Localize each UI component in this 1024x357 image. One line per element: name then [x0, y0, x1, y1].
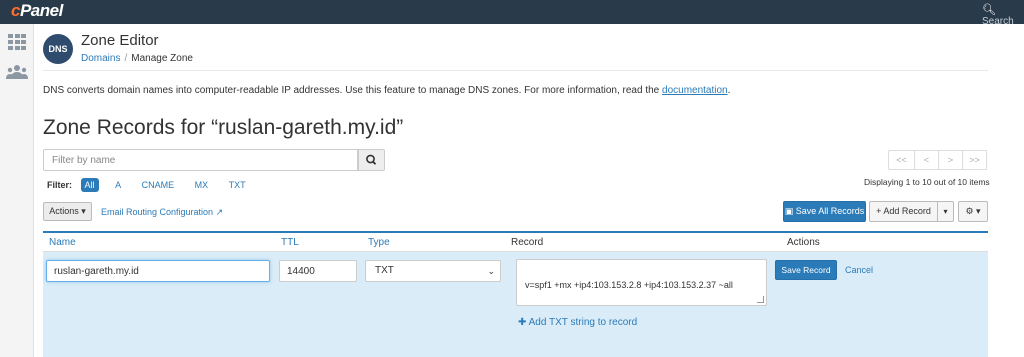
record-edit-row: TXT ⌄ v=spf1 +mx +ip4:103.153.2.8 +ip4:1… — [43, 252, 988, 357]
add-record-dropdown-toggle[interactable]: ▾ — [937, 201, 954, 222]
plus-icon: ✚ — [518, 317, 527, 328]
save-icon: ▣ — [784, 206, 794, 216]
filter-type-row: Filter: All A CNAME MX TXT — [47, 178, 260, 192]
email-routing-link[interactable]: Email Routing Configuration ↗ — [101, 207, 223, 218]
top-bar: cPanel 🔍︎Search — [0, 0, 1024, 27]
gear-icon: ⚙ — [965, 206, 974, 216]
breadcrumb-separator: / — [124, 53, 128, 64]
save-all-records-button[interactable]: ▣ Save All Records — [783, 201, 866, 222]
page-title: Zone Editor — [81, 32, 159, 49]
chevron-down-icon: ⌄ — [487, 266, 495, 276]
record-value-textarea[interactable]: v=spf1 +mx +ip4:103.153.2.8 +ip4:103.153… — [516, 259, 767, 306]
column-type[interactable]: Type — [368, 237, 390, 248]
header-divider — [43, 70, 988, 71]
plus-icon: + — [876, 206, 882, 216]
column-actions: Actions — [787, 237, 820, 248]
pager-prev[interactable]: < — [914, 150, 939, 170]
column-record: Record — [511, 237, 544, 248]
pager-last[interactable]: >> — [962, 150, 987, 170]
add-record-button[interactable]: + Add Record — [869, 201, 938, 222]
filter-all[interactable]: All — [80, 178, 99, 192]
filter-label: Filter: — [47, 180, 73, 190]
caret-down-icon: ▾ — [943, 207, 948, 216]
breadcrumb-current: Manage Zone — [131, 53, 193, 64]
zone-records-title: Zone Records for “ruslan-gareth.my.id” — [43, 116, 404, 139]
apps-grid-icon[interactable] — [8, 34, 26, 50]
record-name-input[interactable] — [46, 260, 270, 282]
record-type-select[interactable]: TXT ⌄ — [365, 260, 501, 282]
search-area[interactable]: 🔍︎Search — [982, 3, 1024, 27]
pager-info: Displaying 1 to 10 out of 10 items — [864, 177, 990, 187]
filter-cname[interactable]: CNAME — [138, 178, 179, 192]
resize-handle-icon[interactable] — [757, 296, 764, 303]
filter-search-button[interactable] — [358, 149, 385, 171]
users-icon[interactable] — [6, 64, 28, 80]
filter-mx[interactable]: MX — [191, 178, 213, 192]
breadcrumb: Domains / Manage Zone — [81, 53, 193, 64]
sidebar — [0, 24, 34, 357]
column-name[interactable]: Name — [49, 237, 76, 248]
external-link-icon: ↗ — [215, 207, 224, 217]
breadcrumb-domains-link[interactable]: Domains — [81, 53, 120, 64]
filter-input[interactable] — [43, 149, 358, 171]
save-record-button[interactable]: Save Record — [775, 260, 837, 280]
search-icon — [366, 154, 377, 165]
intro-text: DNS converts domain names into computer-… — [43, 85, 731, 96]
pager-next[interactable]: > — [938, 150, 963, 170]
documentation-link[interactable]: documentation — [662, 85, 728, 96]
dns-icon: DNS — [43, 34, 73, 64]
records-table-header: Name TTL Type Record Actions — [43, 231, 988, 252]
pager-first[interactable]: << — [888, 150, 915, 170]
cancel-link[interactable]: Cancel — [845, 265, 873, 275]
caret-down-icon: ▾ — [976, 206, 981, 216]
search-icon[interactable]: 🔍︎ — [982, 4, 996, 16]
add-txt-string-link[interactable]: ✚ Add TXT string to record — [518, 317, 637, 328]
settings-dropdown-button[interactable]: ⚙ ▾ — [958, 201, 988, 222]
caret-down-icon: ▾ — [81, 206, 86, 216]
pagination: << < > >> — [888, 150, 987, 170]
record-ttl-input[interactable] — [279, 260, 357, 282]
actions-dropdown-button[interactable]: Actions ▾ — [43, 202, 92, 221]
filter-txt[interactable]: TXT — [225, 178, 250, 192]
filter-a[interactable]: A — [111, 178, 125, 192]
column-ttl[interactable]: TTL — [281, 237, 299, 248]
search-placeholder[interactable]: Search — [982, 16, 1014, 27]
cpanel-logo[interactable]: cPanel — [11, 1, 63, 21]
